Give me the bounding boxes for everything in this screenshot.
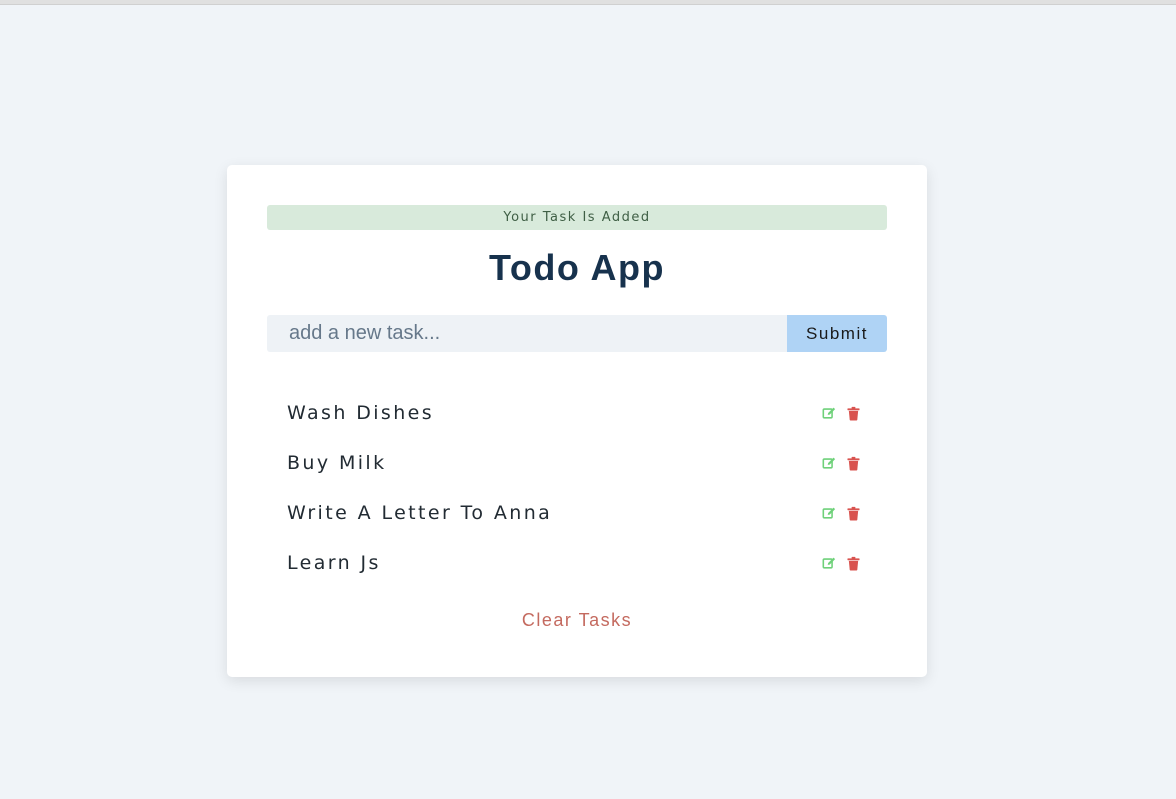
task-item: Write A Letter To Anna bbox=[287, 488, 867, 538]
app-title: Todo App bbox=[489, 247, 665, 288]
task-actions bbox=[821, 555, 861, 571]
task-label: Learn Js bbox=[287, 552, 381, 574]
task-item: Wash Dishes bbox=[287, 388, 867, 438]
edit-icon[interactable] bbox=[821, 505, 837, 521]
task-list: Wash Dishes Buy Milk Write A Letter To A… bbox=[287, 388, 867, 588]
edit-icon[interactable] bbox=[821, 455, 837, 471]
trash-icon[interactable] bbox=[845, 505, 861, 521]
task-label: Wash Dishes bbox=[287, 402, 435, 424]
task-actions bbox=[821, 505, 861, 521]
edit-icon[interactable] bbox=[821, 405, 837, 421]
submit-button[interactable]: Submit bbox=[787, 315, 887, 352]
task-input[interactable] bbox=[267, 315, 787, 352]
browser-top-edge bbox=[0, 0, 1176, 5]
success-alert: Your Task Is Added bbox=[267, 205, 887, 230]
todo-card: Your Task Is Added Todo App Submit Wash … bbox=[227, 165, 927, 677]
trash-icon[interactable] bbox=[845, 555, 861, 571]
task-label: Write A Letter To Anna bbox=[287, 502, 553, 524]
task-actions bbox=[821, 455, 861, 471]
clear-tasks-button[interactable]: Clear Tasks bbox=[227, 610, 927, 631]
task-item: Learn Js bbox=[287, 538, 867, 588]
edit-icon[interactable] bbox=[821, 555, 837, 571]
task-actions bbox=[821, 405, 861, 421]
trash-icon[interactable] bbox=[845, 455, 861, 471]
add-task-form: Submit bbox=[267, 315, 887, 352]
trash-icon[interactable] bbox=[845, 405, 861, 421]
task-item: Buy Milk bbox=[287, 438, 867, 488]
task-label: Buy Milk bbox=[287, 452, 387, 474]
